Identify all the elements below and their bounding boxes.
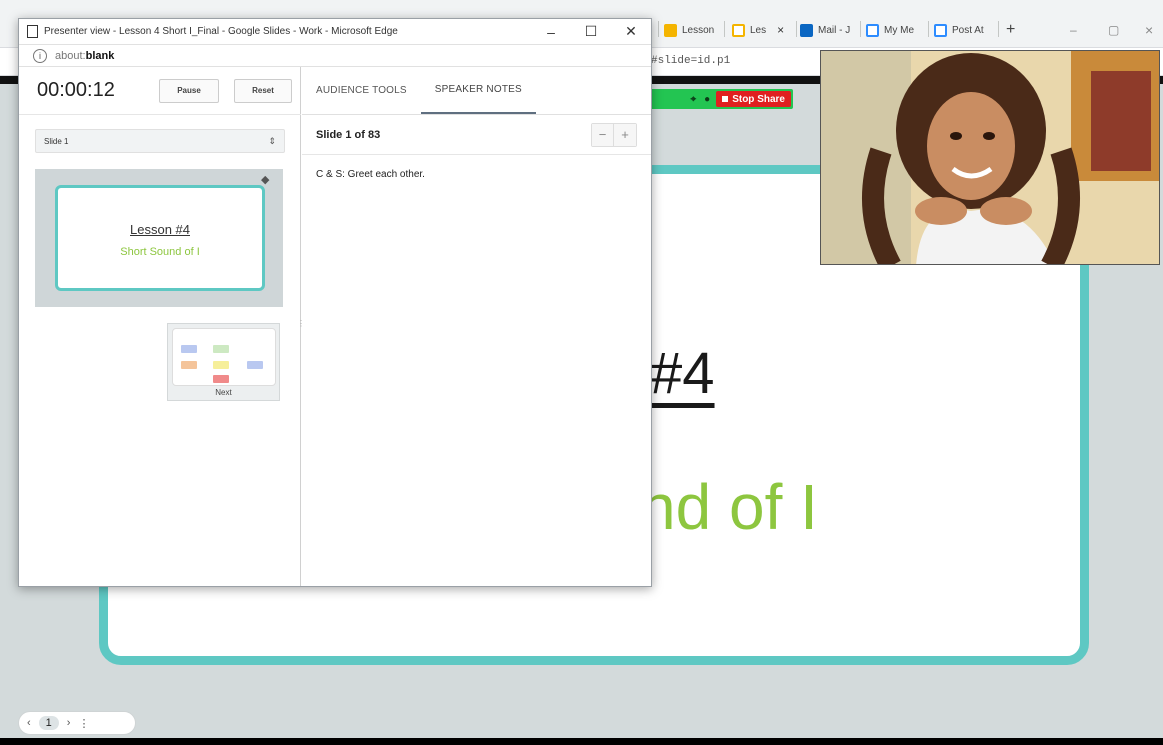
zoom-icon: [934, 23, 947, 37]
current-slide-card: Lesson #4 Short Sound of I: [55, 185, 265, 291]
zoom-in-button[interactable]: +: [614, 123, 636, 146]
address-text: about:blank: [55, 50, 114, 62]
maximize-button[interactable]: ☐: [571, 19, 611, 45]
tab-separator: [860, 21, 861, 37]
preview-box: [213, 375, 229, 383]
notes-zoom-controls: − +: [591, 122, 637, 147]
presenter-left-panel: 00:00:12 Pause Reset Slide 1 ⇕ Lesson #4…: [19, 67, 305, 586]
page-number: 1: [38, 716, 59, 730]
presenter-tabs: AUDIENCE TOOLS SPEAKER NOTES: [302, 67, 651, 115]
speaker-notes-text: C & S: Greet each other.: [316, 169, 425, 180]
desktop-screen: Lesson Les × Mail - J My Me Post At + – …: [0, 0, 1163, 745]
close-window-button[interactable]: ×: [1145, 18, 1153, 42]
tab-separator: [998, 21, 999, 37]
google-slides-icon: [732, 23, 745, 37]
shield-icon[interactable]: ●: [704, 94, 710, 105]
tab-separator: [796, 21, 797, 37]
tab-mail[interactable]: Mail - J: [800, 18, 856, 42]
address-scheme: about:: [55, 49, 86, 62]
presenter-right-panel: AUDIENCE TOOLS SPEAKER NOTES Slide 1 of …: [302, 67, 651, 586]
tab-post[interactable]: Post At: [934, 18, 994, 42]
minimize-button[interactable]: –: [531, 19, 571, 45]
more-options-icon[interactable]: ⋮: [78, 717, 89, 730]
prev-slide-button[interactable]: ‹: [27, 717, 31, 729]
stop-share-button[interactable]: Stop Share: [716, 91, 791, 107]
current-slide-thumbnail[interactable]: Lesson #4 Short Sound of I ◆: [35, 169, 283, 307]
webcam-video: [820, 50, 1160, 265]
tab-separator: [928, 21, 929, 37]
tab-label: My Me: [884, 24, 914, 36]
pin-icon[interactable]: ⌖: [691, 94, 697, 105]
pause-button[interactable]: Pause: [159, 78, 219, 103]
address-page: blank: [85, 49, 115, 62]
next-slide-thumbnail[interactable]: Next: [167, 323, 280, 401]
slide-select-value: Slide 1: [44, 136, 69, 146]
restore-button[interactable]: ▢: [1108, 18, 1119, 42]
close-window-button[interactable]: ✕: [611, 19, 651, 45]
select-caret-icon: ⇕: [268, 135, 276, 146]
next-slide-button[interactable]: ›: [67, 717, 71, 729]
outlook-icon: [800, 23, 813, 37]
share-controls: ⌖ ●: [685, 94, 717, 105]
slide-select[interactable]: Slide 1 ⇕: [35, 129, 285, 153]
tab-audience-tools[interactable]: AUDIENCE TOOLS: [302, 66, 421, 114]
notes-header: Slide 1 of 83 − +: [302, 115, 651, 155]
slide-pager: ‹ 1 › ⋮: [18, 711, 136, 735]
zoom-out-button[interactable]: −: [592, 123, 614, 146]
presenter-address-bar[interactable]: i about:blank: [19, 45, 651, 67]
zoom-icon: [866, 23, 879, 37]
tab-my-meetings[interactable]: My Me: [866, 18, 926, 42]
slide-title: #4: [650, 341, 715, 406]
presenter-window: Presenter view - Lesson 4 Short I_Final …: [18, 18, 652, 587]
stop-icon: [722, 96, 729, 102]
minimize-button[interactable]: –: [1070, 18, 1077, 42]
window-title: Presenter view - Lesson 4 Short I_Final …: [44, 26, 398, 37]
close-icon[interactable]: ×: [777, 23, 784, 37]
tab-separator: [658, 21, 659, 37]
tab-separator: [724, 21, 725, 37]
preview-box: [213, 361, 229, 369]
next-slide-preview: [172, 328, 276, 386]
tab-lessons[interactable]: Lesson: [664, 18, 720, 42]
reset-button[interactable]: Reset: [234, 78, 292, 103]
animals-icon: ◆: [261, 174, 270, 186]
slide-count: Slide 1 of 83: [316, 128, 381, 141]
url-fragment: #slide=id.p1: [651, 55, 731, 67]
timer-row: 00:00:12 Pause Reset: [19, 67, 301, 115]
tab-label: Post At: [952, 24, 984, 36]
next-label: Next: [215, 388, 232, 397]
new-tab-button[interactable]: +: [1006, 18, 1015, 42]
info-icon[interactable]: i: [33, 48, 47, 63]
preview-box: [181, 345, 197, 353]
elapsed-timer: 00:00:12: [37, 79, 115, 101]
preview-box: [213, 345, 229, 353]
tab-label: Lesson: [682, 24, 715, 36]
presenter-titlebar[interactable]: Presenter view - Lesson 4 Short I_Final …: [19, 19, 651, 45]
current-slide-subtitle: Short Sound of I: [120, 246, 200, 258]
stop-share-label: Stop Share: [732, 93, 785, 105]
page-icon: [27, 25, 38, 38]
slide-subtitle: nd of I: [640, 471, 818, 543]
preview-box: [181, 361, 197, 369]
current-slide-title: Lesson #4: [130, 222, 190, 237]
tab-lesson-active[interactable]: Les ×: [732, 18, 792, 42]
preview-box: [247, 361, 263, 369]
bottom-bar: [0, 738, 1163, 745]
google-drive-icon: [664, 23, 677, 37]
tab-label: Mail - J: [818, 24, 851, 36]
webcam-image: [821, 51, 1159, 264]
tab-speaker-notes[interactable]: SPEAKER NOTES: [420, 66, 536, 114]
tab-label: Les: [750, 24, 767, 36]
